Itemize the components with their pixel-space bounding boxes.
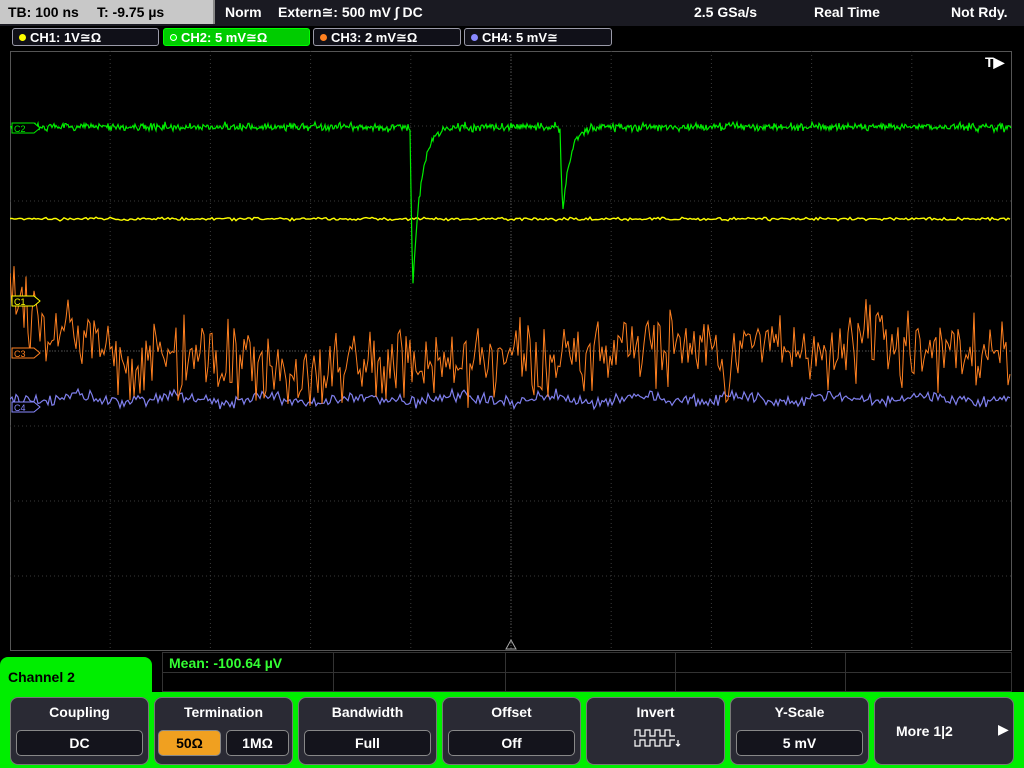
ready-status: Not Rdy. — [951, 4, 1008, 20]
yscale-label: Y-Scale — [774, 704, 825, 720]
ch1-color-icon — [19, 34, 26, 41]
ch4-marker-label: C4 — [14, 403, 26, 413]
termination-50ohm-option[interactable]: 50Ω — [158, 730, 221, 756]
square-wave-icon — [634, 729, 681, 747]
trigger-source[interactable]: Extern≅: 500 mV ∫ DC — [278, 0, 423, 24]
measurement-bar[interactable] — [162, 652, 1012, 692]
ch2-label: CH2: 5 mV≅Ω — [181, 30, 268, 45]
ch3-label: CH3: 2 mV≅Ω — [331, 30, 418, 45]
ch2-color-icon — [170, 34, 177, 41]
channel-tab-ch3[interactable]: CH3: 2 mV≅Ω — [313, 28, 461, 46]
ch1-waveform — [10, 216, 1011, 222]
ch3-marker-label: C3 — [14, 349, 26, 359]
ch4-ground-marker[interactable]: C4 — [11, 401, 41, 413]
trigger-position-marker[interactable]: T▶ — [985, 54, 1006, 70]
invert-label: Invert — [636, 704, 675, 720]
offset-label: Offset — [491, 704, 532, 720]
ch3-color-icon — [320, 34, 327, 41]
trigger-time-readout: T: -9.75 µs — [97, 4, 165, 20]
more-label: More 1|2 — [896, 723, 953, 739]
ch1-label: CH1: 1V≅Ω — [30, 30, 102, 45]
timebase-box[interactable]: TB: 100 ns T: -9.75 µs — [0, 0, 215, 24]
ch2-marker-label: C2 — [14, 124, 26, 134]
termination-1mohm-option[interactable]: 1MΩ — [226, 730, 289, 756]
yscale-value[interactable]: 5 mV — [736, 730, 863, 756]
timebase-readout: TB: 100 ns — [8, 4, 79, 20]
waveform-display[interactable]: C1 C2 C3 C4 T▶ — [10, 51, 1012, 651]
channel-tab-ch4[interactable]: CH4: 5 mV≅ — [464, 28, 612, 46]
coupling-value[interactable]: DC — [16, 730, 143, 756]
offset-value[interactable]: Off — [448, 730, 575, 756]
acquisition-mode[interactable]: Real Time — [814, 0, 880, 24]
coupling-label: Coupling — [49, 704, 110, 720]
ch1-ground-marker[interactable]: C1 — [11, 295, 41, 307]
mean-measurement: Mean: -100.64 µV — [169, 655, 283, 671]
ch4-color-icon — [471, 34, 478, 41]
ch3-waveform — [10, 266, 1011, 408]
bandwidth-value[interactable]: Full — [304, 730, 431, 756]
ch4-waveform — [10, 387, 1011, 411]
sample-rate: 2.5 GSa/s — [694, 4, 758, 20]
channel-tab-ch2[interactable]: CH2: 5 mV≅Ω — [163, 28, 310, 46]
ch4-label: CH4: 5 mV≅ — [482, 30, 558, 45]
ch2-ground-marker[interactable]: C2 — [11, 122, 41, 134]
termination-label: Termination — [183, 704, 264, 720]
next-page-icon: ▶ — [998, 721, 1009, 737]
ch1-marker-label: C1 — [14, 297, 26, 307]
ch3-ground-marker[interactable]: C3 — [11, 347, 41, 359]
trigger-mode[interactable]: Norm — [225, 0, 262, 24]
menu-title: Channel 2 — [8, 669, 75, 685]
channel-tab-ch1[interactable]: CH1: 1V≅Ω — [12, 28, 159, 46]
bandwidth-label: Bandwidth — [331, 704, 404, 720]
